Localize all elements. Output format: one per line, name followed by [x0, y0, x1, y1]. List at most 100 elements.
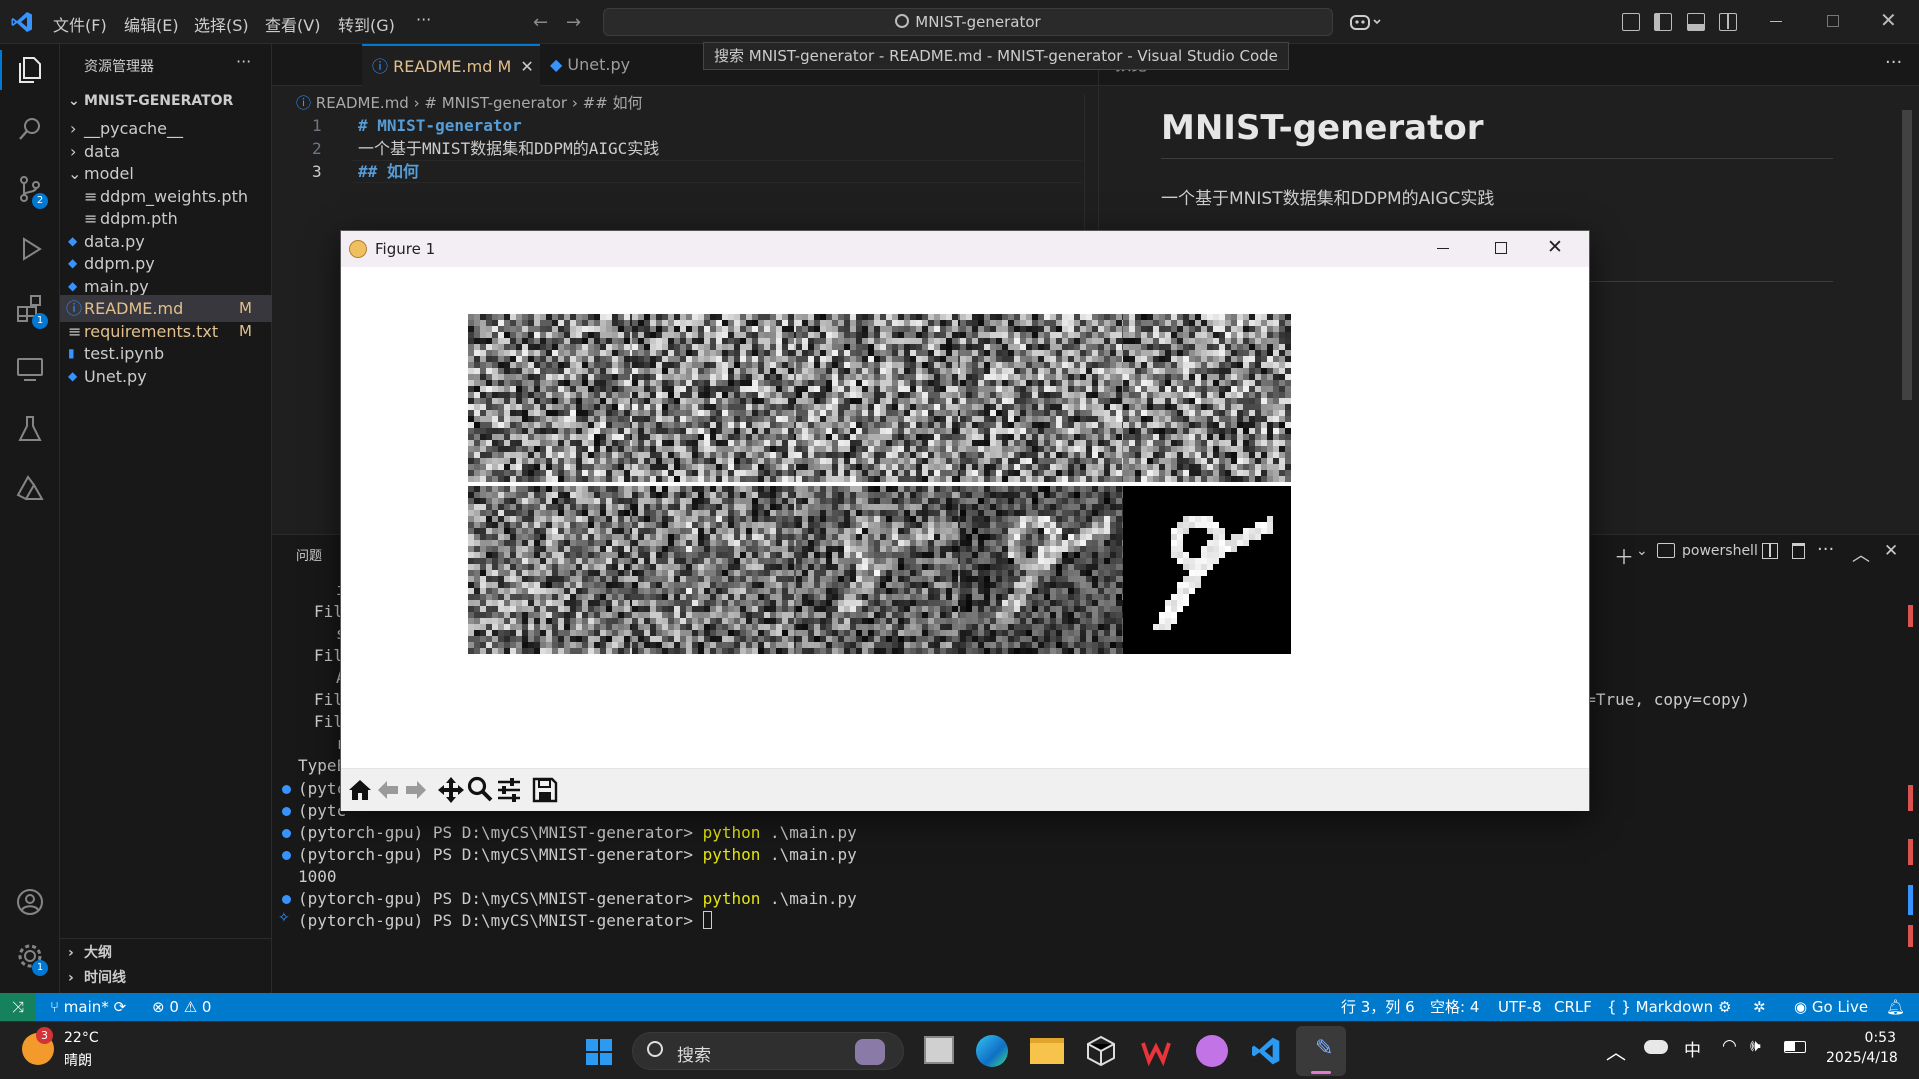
menu-more[interactable]: ··· [416, 10, 431, 29]
copilot-status-icon[interactable]: ⚙ [1718, 993, 1731, 1021]
back-arrow-icon[interactable]: ← [533, 12, 548, 33]
toggle-panel-icon[interactable] [1687, 13, 1705, 31]
menu-file[interactable]: 文件(F) [53, 12, 107, 36]
workspace-root[interactable]: ⌄ MNIST-GENERATOR [60, 88, 272, 115]
language-mode[interactable]: { } Markdown [1607, 993, 1713, 1021]
new-terminal-icon[interactable]: ＋ [1614, 541, 1634, 570]
cat-app-icon[interactable] [1196, 1035, 1228, 1067]
restore-window-icon[interactable] [1827, 15, 1839, 27]
maximize-icon[interactable] [1495, 242, 1507, 254]
weather-temp[interactable]: 22°C [64, 1030, 99, 1046]
command-center-search[interactable]: MNIST-generator [603, 8, 1333, 36]
source-control-icon[interactable]: 2 [12, 171, 48, 209]
edge-browser-icon[interactable] [976, 1035, 1008, 1067]
line-ending[interactable]: CRLF [1554, 993, 1592, 1021]
wifi-icon[interactable]: ◠ [1722, 1036, 1737, 1056]
close-icon[interactable]: ✕ [1547, 236, 1563, 258]
wps-office-icon[interactable] [1140, 1035, 1172, 1067]
explorer-more-button[interactable]: ··· [236, 52, 251, 71]
battery-icon[interactable] [1784, 1041, 1806, 1053]
configure-subplots-icon[interactable] [495, 776, 523, 804]
copilot-icon[interactable] [1350, 12, 1384, 32]
windows-start-icon[interactable] [585, 1038, 613, 1066]
command-decoration-icon[interactable] [282, 785, 291, 794]
maximize-panel-icon[interactable]: ︿ [1852, 541, 1870, 567]
figure-canvas[interactable] [341, 267, 1589, 767]
cloud-icon[interactable] [1644, 1040, 1668, 1054]
go-live-button[interactable]: ◉ Go Live [1794, 993, 1868, 1021]
code-line-2[interactable]: 一个基于MNIST数据集和DDPM的AIGC实践 [358, 137, 659, 160]
figure-title-bar[interactable]: Figure 1 ✕ [341, 231, 1589, 267]
forward-icon[interactable] [403, 777, 429, 803]
terminal-scrollbar[interactable] [1904, 575, 1918, 994]
run-debug-icon[interactable] [12, 231, 48, 267]
azure-icon[interactable] [12, 471, 48, 507]
forward-arrow-icon[interactable]: → [566, 12, 581, 33]
close-window-icon[interactable]: ✕ [1880, 8, 1897, 32]
weather-desc[interactable]: 晴朗 [64, 1050, 92, 1070]
settings-sync-icon[interactable]: ✲ [1753, 993, 1766, 1021]
remote-indicator-icon[interactable]: ⤨ [0, 993, 36, 1021]
clock-date[interactable]: 2025/4/18 [1826, 1050, 1898, 1066]
extensions-icon[interactable]: 1 [12, 291, 48, 329]
file-explorer-icon[interactable] [1030, 1038, 1064, 1064]
tab-readme[interactable]: ⓘ README.md M ✕ [362, 44, 540, 86]
taskbar-search[interactable]: 搜索 [632, 1032, 904, 1070]
command-decoration-icon[interactable] [282, 807, 291, 816]
pan-icon[interactable] [436, 775, 466, 805]
terminal-active-prompt[interactable]: (pytorch-gpu) PS D:\myCS\MNIST-generator… [298, 910, 712, 932]
more-actions-icon[interactable]: ··· [1817, 539, 1834, 560]
search-view-icon[interactable] [12, 111, 48, 147]
testing-icon[interactable] [12, 411, 48, 447]
indentation[interactable]: 空格: 4 [1430, 993, 1479, 1021]
code-line-3[interactable]: ## 如何 [358, 160, 419, 183]
tab-problems[interactable]: 问题 [296, 545, 322, 564]
command-decoration-icon[interactable] [282, 851, 291, 860]
customize-layout-icon[interactable] [1622, 13, 1640, 31]
remote-explorer-icon[interactable] [12, 351, 48, 387]
toggle-secondary-sidebar-icon[interactable] [1719, 13, 1737, 31]
vscode-taskbar-icon[interactable] [1250, 1035, 1282, 1067]
command-decoration-icon[interactable] [282, 895, 291, 904]
cursor-position[interactable]: 行 3，列 6 [1341, 993, 1415, 1021]
minimize-window-icon[interactable] [1770, 21, 1782, 22]
vscode-logo-icon[interactable] [10, 10, 34, 34]
code-line-1[interactable]: # MNIST-generator [358, 114, 522, 137]
kill-terminal-icon[interactable] [1792, 543, 1805, 559]
problems-indicator[interactable]: ⊗ 0 ⚠ 0 [152, 993, 211, 1021]
task-view-icon[interactable] [924, 1036, 954, 1064]
accounts-icon[interactable] [12, 884, 48, 920]
toggle-primary-sidebar-icon[interactable] [1654, 13, 1672, 31]
explorer-icon[interactable] [12, 52, 48, 88]
sparkle-icon[interactable]: ✧ [278, 910, 290, 926]
terminal-name[interactable]: powershell [1682, 543, 1758, 559]
back-icon[interactable] [375, 777, 401, 803]
menu-edit[interactable]: 编辑(E) [124, 12, 179, 36]
timeline-section[interactable]: › 时间线 [60, 965, 272, 992]
save-figure-icon[interactable] [531, 776, 559, 804]
python-figure-taskbar-button[interactable]: ✎ [1296, 1026, 1346, 1076]
preview-scrollbar[interactable] [1902, 110, 1912, 400]
tree-item-unet-py[interactable]: ◆ Unet.py [60, 363, 272, 390]
menu-go[interactable]: 转到(G) [338, 12, 395, 36]
branch-indicator[interactable]: ⑂ main* ⟳ [50, 993, 126, 1021]
zoom-icon[interactable] [466, 775, 494, 803]
ime-indicator[interactable]: 中 [1684, 1036, 1701, 1061]
notifications-icon[interactable]: 🔔︎ [1886, 993, 1905, 1021]
more-actions-icon[interactable]: ··· [1885, 52, 1902, 73]
volume-icon[interactable]: 🕪︎ [1750, 1036, 1761, 1056]
home-icon[interactable] [347, 777, 373, 803]
close-panel-icon[interactable]: ✕ [1884, 541, 1898, 561]
terminal-dropdown-icon[interactable]: ⌄ [1636, 543, 1648, 559]
command-decoration-icon[interactable] [282, 829, 291, 838]
show-hidden-icons-icon[interactable]: ︿ [1606, 1036, 1626, 1065]
close-tab-icon[interactable]: ✕ [520, 57, 533, 76]
app-cube-icon[interactable] [1086, 1035, 1116, 1067]
breadcrumb[interactable]: ⓘ README.md › # MNIST-generator › ## 如何 [296, 92, 643, 113]
clock-time[interactable]: 0:53 [1856, 1030, 1896, 1046]
manage-gear-icon[interactable]: 1 [12, 938, 48, 976]
menu-view[interactable]: 查看(V) [265, 12, 320, 36]
outline-section[interactable]: › 大纲 [60, 940, 272, 967]
encoding[interactable]: UTF-8 [1498, 993, 1542, 1021]
tab-unet[interactable]: ◆ Unet.py [540, 44, 690, 86]
